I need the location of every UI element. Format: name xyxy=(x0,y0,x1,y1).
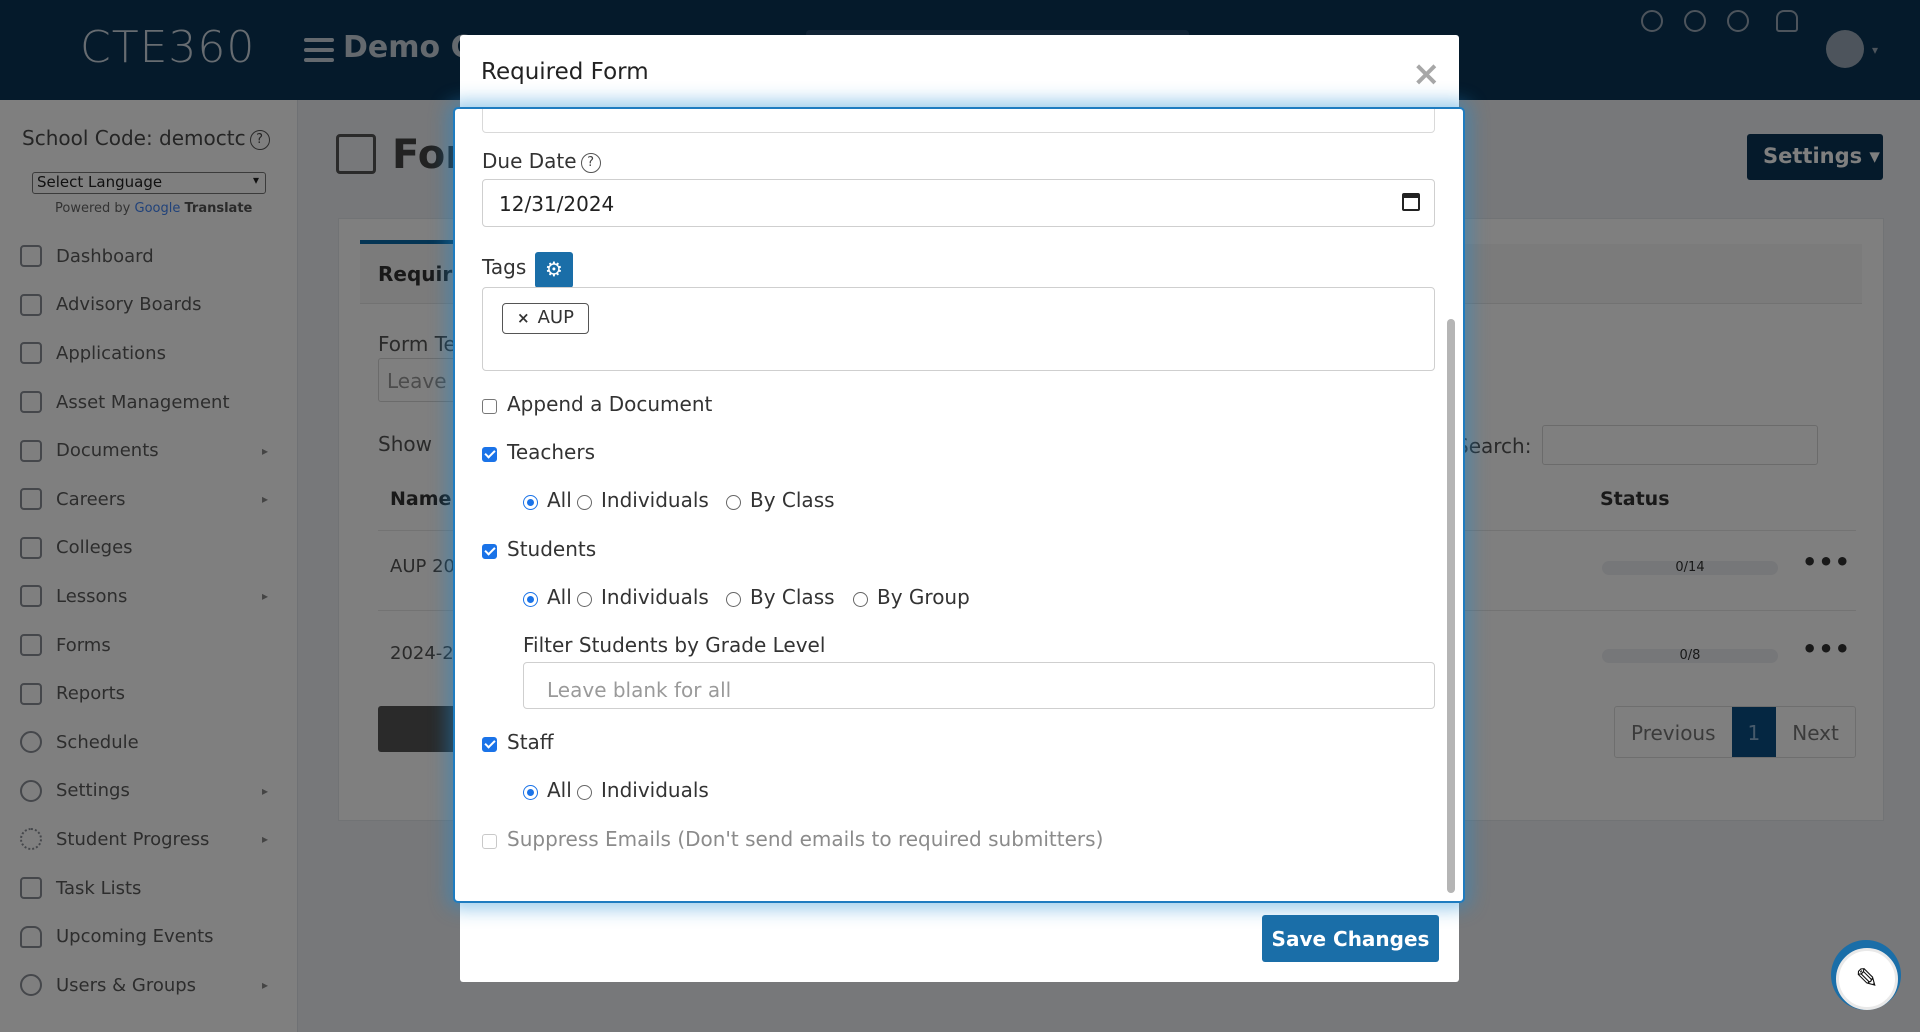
staff-individuals-radio[interactable] xyxy=(577,785,592,800)
students-all-label[interactable]: All xyxy=(547,585,572,609)
staff-all-radio[interactable] xyxy=(523,785,538,800)
due-date-label-text: Due Date xyxy=(482,149,577,173)
students-individuals-label[interactable]: Individuals xyxy=(601,585,709,609)
suppress-emails-checkbox[interactable] xyxy=(482,834,497,849)
required-form-modal: Required Form × Due Date? 12/31/2024 Tag… xyxy=(453,35,1465,982)
tag-chip-aup: × AUP xyxy=(502,303,589,334)
due-date-input[interactable]: 12/31/2024 xyxy=(482,179,1435,227)
teachers-checkbox[interactable] xyxy=(482,447,497,462)
teachers-individuals-radio[interactable] xyxy=(577,495,592,510)
teachers-all-label[interactable]: All xyxy=(547,488,572,512)
students-all-radio[interactable] xyxy=(523,592,538,607)
students-by-group-radio[interactable] xyxy=(853,592,868,607)
students-by-class-radio[interactable] xyxy=(726,592,741,607)
due-date-value: 12/31/2024 xyxy=(499,192,615,216)
teachers-by-class-label[interactable]: By Class xyxy=(750,488,835,512)
teachers-label[interactable]: Teachers xyxy=(507,440,595,464)
students-by-group-label[interactable]: By Group xyxy=(877,585,970,609)
append-document-checkbox[interactable] xyxy=(482,399,497,414)
suppress-emails-label[interactable]: Suppress Emails (Don't send emails to re… xyxy=(507,827,1103,851)
teachers-individuals-label[interactable]: Individuals xyxy=(601,488,709,512)
students-checkbox[interactable] xyxy=(482,544,497,559)
filter-grade-label: Filter Students by Grade Level xyxy=(523,633,826,657)
close-icon[interactable]: × xyxy=(1412,57,1441,91)
students-individuals-radio[interactable] xyxy=(577,592,592,607)
form-name-input[interactable] xyxy=(482,109,1435,133)
students-by-class-label[interactable]: By Class xyxy=(750,585,835,609)
calendar-icon[interactable] xyxy=(1402,193,1420,211)
tags-label: Tags xyxy=(482,255,527,279)
due-date-label: Due Date? xyxy=(482,149,601,173)
staff-label[interactable]: Staff xyxy=(507,730,554,754)
teachers-by-class-radio[interactable] xyxy=(726,495,741,510)
grade-level-input[interactable]: Leave blank for all xyxy=(523,662,1435,709)
tags-settings-gear-icon[interactable]: ⚙ xyxy=(535,252,573,288)
staff-all-label[interactable]: All xyxy=(547,778,572,802)
save-changes-button[interactable]: Save Changes xyxy=(1262,915,1439,962)
tags-input[interactable]: × AUP xyxy=(482,287,1435,371)
modal-scrollbar[interactable] xyxy=(1447,319,1455,893)
modal-title: Required Form xyxy=(481,59,649,85)
help-circle-icon[interactable]: ? xyxy=(580,153,601,173)
students-label[interactable]: Students xyxy=(507,537,596,561)
assistant-widget-icon[interactable]: ✎ xyxy=(1836,948,1898,1010)
modal-body: Due Date? 12/31/2024 Tags ⚙ × AUP Append … xyxy=(453,107,1465,903)
append-document-label[interactable]: Append a Document xyxy=(507,392,712,416)
grade-level-placeholder: Leave blank for all xyxy=(547,678,732,702)
teachers-all-radio[interactable] xyxy=(523,495,538,510)
remove-tag-icon[interactable]: × xyxy=(517,309,530,327)
staff-individuals-label[interactable]: Individuals xyxy=(601,778,709,802)
tag-chip-label: AUP xyxy=(537,307,574,328)
staff-checkbox[interactable] xyxy=(482,737,497,752)
